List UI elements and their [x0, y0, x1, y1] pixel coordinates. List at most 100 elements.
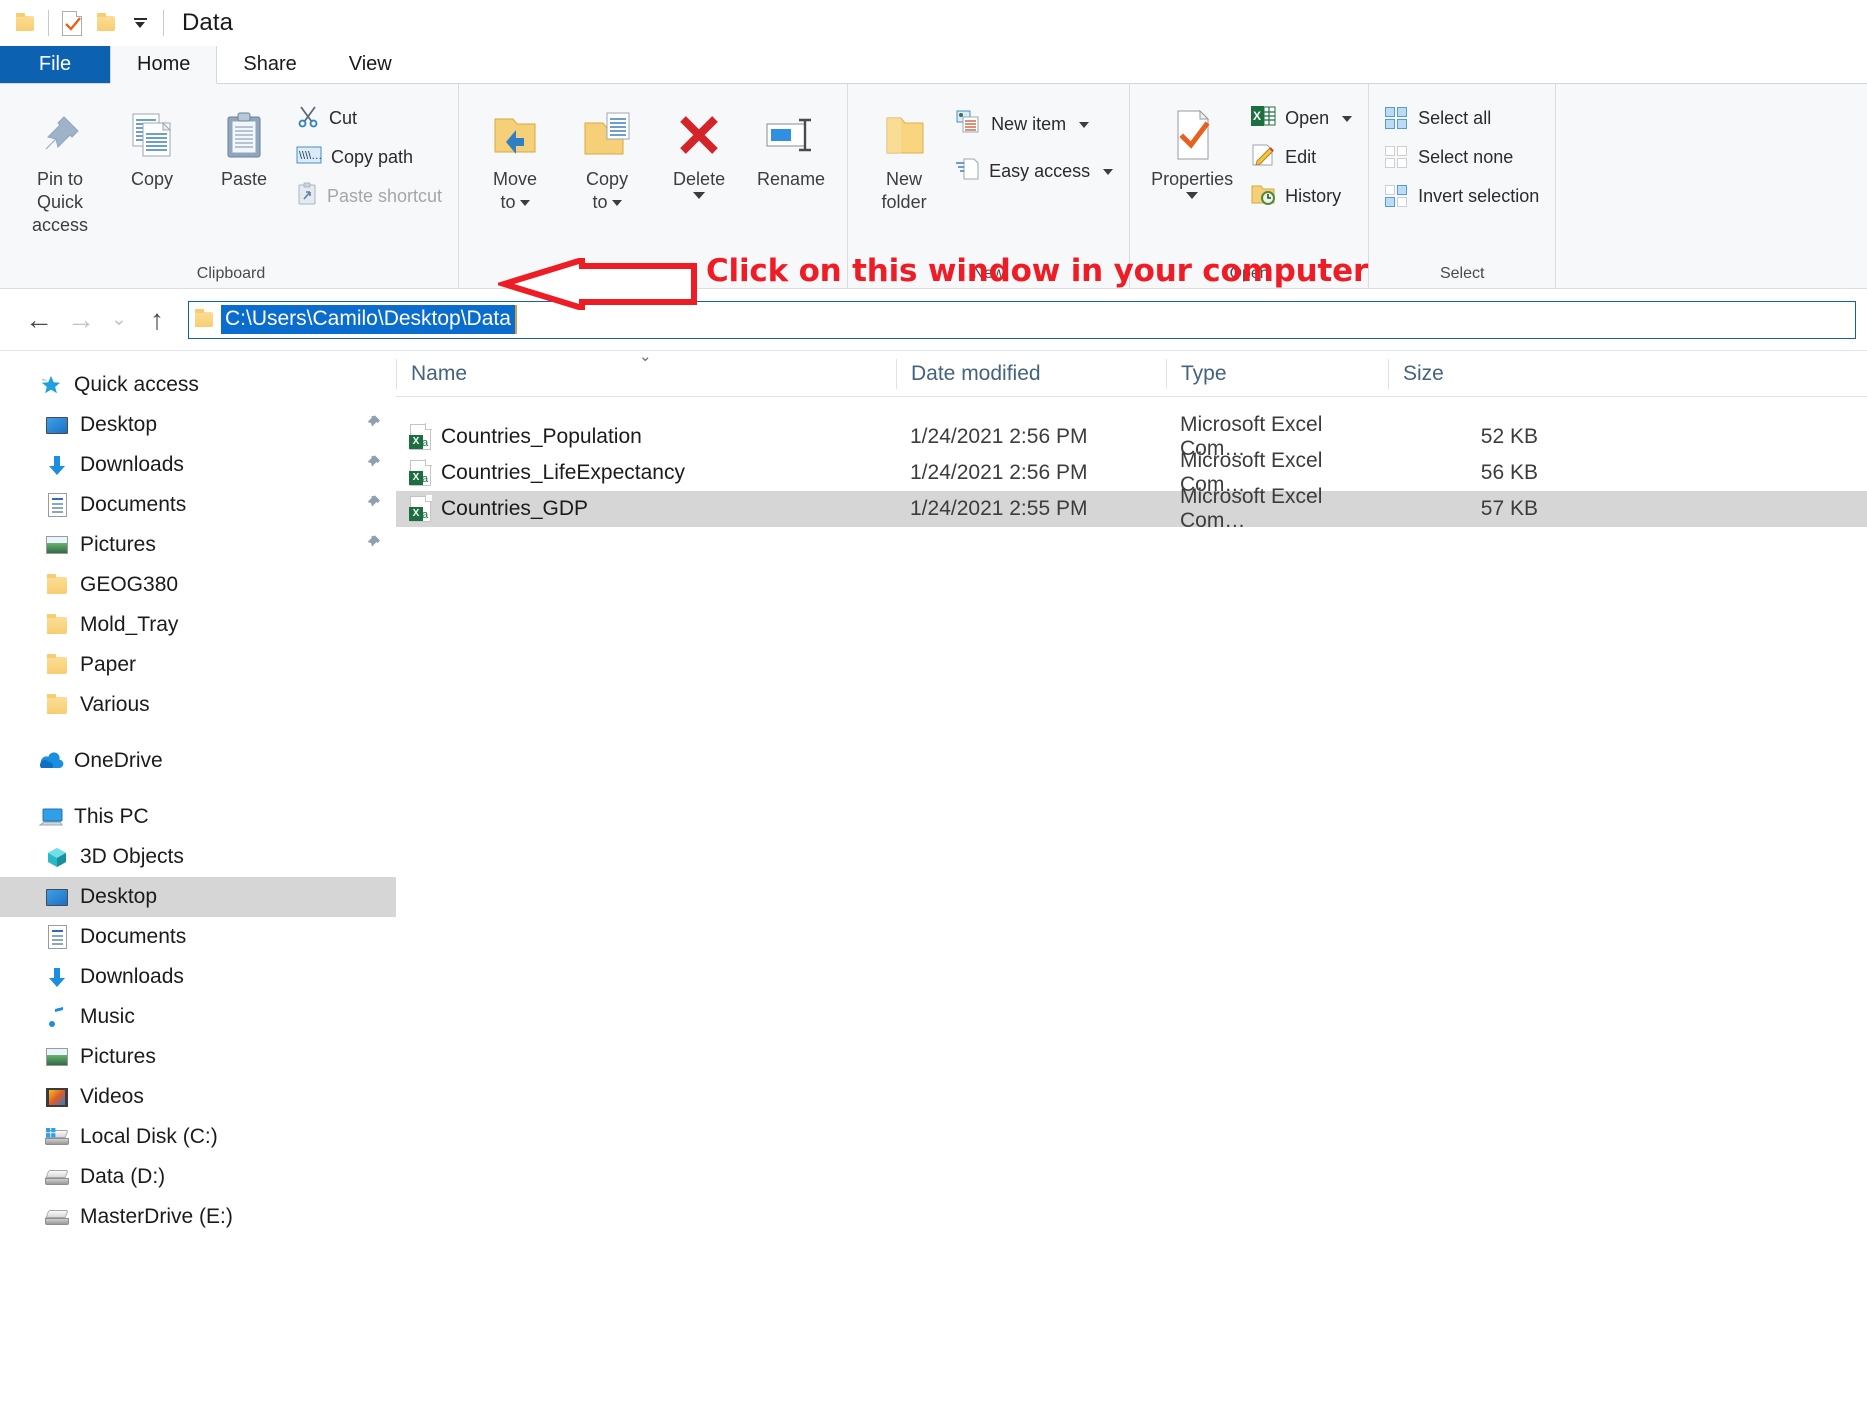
open-small-commands: X Open Edit History [1244, 92, 1358, 213]
invert-selection-button[interactable]: Invert selection [1379, 180, 1545, 213]
sidebar-item-documents-qa[interactable]: Documents [0, 485, 396, 525]
tab-view[interactable]: View [323, 46, 418, 83]
easy-access-caret-icon[interactable] [1103, 168, 1114, 175]
paste-button[interactable]: Paste [198, 92, 290, 191]
pin-to-quick-access-button[interactable]: Pin to Quick access [14, 92, 106, 237]
sidebar-item-documents-pc[interactable]: Documents [0, 917, 396, 957]
edit-button[interactable]: Edit [1244, 141, 1358, 174]
qat-customize-caret-icon[interactable] [123, 6, 157, 40]
column-header-type[interactable]: Type [1166, 358, 1388, 389]
sidebar-label-mold-tray: Mold_Tray [80, 613, 179, 636]
qat-folder-icon[interactable] [8, 6, 42, 40]
recent-locations-button[interactable]: ⌄ [102, 299, 136, 341]
tab-share[interactable]: Share [217, 46, 322, 83]
select-all-label: Select all [1418, 108, 1492, 128]
sidebar-item-pictures-qa[interactable]: Pictures [0, 525, 396, 565]
copy-path-button[interactable]: \\\\… Copy path [290, 141, 448, 174]
sidebar-item-various[interactable]: Various [0, 685, 396, 725]
properties-button[interactable]: Properties [1140, 92, 1244, 199]
select-all-button[interactable]: Select all [1379, 102, 1545, 135]
paste-shortcut-icon [296, 182, 318, 211]
sidebar-item-videos[interactable]: Videos [0, 1077, 396, 1117]
clipboard-small-commands: Cut \\\\… Copy path Paste shortcut [290, 92, 448, 213]
sidebar-item-mold-tray[interactable]: Mold_Tray [0, 605, 396, 645]
history-button[interactable]: History [1244, 180, 1358, 213]
pin-icon[interactable] [364, 534, 382, 557]
open-button[interactable]: X Open [1244, 102, 1358, 135]
downloads-icon [42, 454, 72, 476]
open-caret-icon[interactable] [1342, 115, 1353, 122]
address-bar: ← → ⌄ ↑ C:\Users\Camilo\Desktop\Data [0, 289, 1867, 351]
sidebar-label-quick-access: Quick access [74, 373, 199, 396]
new-item-button[interactable]: New item [950, 108, 1119, 141]
open-label: Open [1285, 108, 1330, 128]
sidebar-item-geog380[interactable]: GEOG380 [0, 565, 396, 605]
column-header-date-modified[interactable]: Date modified [896, 358, 1166, 389]
new-folder-button[interactable]: New folder [858, 92, 950, 214]
qat-new-folder-icon[interactable] [89, 6, 123, 40]
sidebar-item-quick-access[interactable]: Quick access [0, 365, 396, 405]
navigation-pane: Quick access Desktop Downloads Documents… [0, 351, 396, 1425]
sidebar-item-data-d[interactable]: Data (D:) [0, 1157, 396, 1197]
move-to-button[interactable]: Move to [469, 92, 561, 214]
svg-text:X: X [1253, 109, 1261, 123]
cut-button[interactable]: Cut [290, 102, 448, 135]
new-item-caret-icon[interactable] [1079, 121, 1090, 128]
sidebar-item-paper[interactable]: Paper [0, 645, 396, 685]
up-button[interactable]: ↑ [136, 299, 178, 341]
tab-file[interactable]: File [0, 46, 110, 83]
delete-button[interactable]: Delete [653, 92, 745, 199]
select-none-button[interactable]: Select none [1379, 141, 1545, 174]
sidebar-item-pictures-pc[interactable]: Pictures [0, 1037, 396, 1077]
paste-shortcut-button[interactable]: Paste shortcut [290, 180, 448, 213]
invert-selection-label: Invert selection [1418, 186, 1540, 206]
new-folder-label-line1: New [886, 169, 923, 189]
table-row[interactable]: Xa Countries_LifeExpectancy 1/24/2021 2:… [396, 449, 1867, 496]
sidebar-item-downloads-pc[interactable]: Downloads [0, 957, 396, 997]
sidebar-item-masterdrive-e[interactable]: MasterDrive (E:) [0, 1197, 396, 1237]
sidebar-item-3d-objects[interactable]: 3D Objects [0, 837, 396, 877]
easy-access-label: Easy access [989, 161, 1091, 181]
back-button[interactable]: ← [18, 299, 60, 341]
pin-icon[interactable] [364, 414, 382, 437]
sidebar-item-desktop-pc[interactable]: Desktop [0, 877, 396, 917]
address-input[interactable]: C:\Users\Camilo\Desktop\Data [188, 300, 1856, 339]
sidebar-item-local-disk-c[interactable]: Local Disk (C:) [0, 1117, 396, 1157]
new-small-commands: New item Easy access [950, 92, 1119, 188]
table-row[interactable]: Xa Countries_Population 1/24/2021 2:56 P… [396, 413, 1867, 460]
sidebar-item-music[interactable]: Music [0, 997, 396, 1037]
pin-icon[interactable] [364, 454, 382, 477]
sidebar-label-data-d: Data (D:) [80, 1165, 166, 1188]
folder-icon [195, 309, 213, 327]
table-row[interactable]: Xa Countries_GDP 1/24/2021 2:55 PM Micro… [396, 485, 1867, 532]
documents-icon [42, 925, 72, 949]
forward-button[interactable]: → [60, 299, 102, 341]
copy-to-button[interactable]: Copy to [561, 92, 653, 214]
pin-to-quick-access-label-line1: Pin to Quick [36, 169, 84, 212]
properties-caret-icon[interactable] [1186, 192, 1199, 199]
qat-properties-icon[interactable] [55, 6, 89, 40]
file-type-cell: Microsoft Excel Com… [1180, 485, 1323, 532]
sidebar-label-various: Various [80, 693, 150, 716]
sidebar-label-desktop-qa: Desktop [80, 413, 158, 436]
sidebar-item-desktop-qa[interactable]: Desktop [0, 405, 396, 445]
sidebar-item-downloads-qa[interactable]: Downloads [0, 445, 396, 485]
rename-button[interactable]: Rename [745, 92, 837, 191]
drive-icon [42, 1169, 72, 1185]
delete-caret-icon[interactable] [693, 192, 706, 199]
select-none-label: Select none [1418, 147, 1514, 167]
move-to-icon [487, 104, 543, 166]
paste-label: Paste [220, 169, 268, 189]
copy-button[interactable]: Copy [106, 92, 198, 191]
sidebar-item-this-pc[interactable]: This PC [0, 797, 396, 837]
sidebar-label-pictures-pc: Pictures [80, 1045, 156, 1068]
pin-icon[interactable] [364, 494, 382, 517]
column-header-size[interactable]: Size [1388, 358, 1568, 389]
sidebar-item-onedrive[interactable]: OneDrive [0, 741, 396, 781]
easy-access-button[interactable]: Easy access [950, 155, 1119, 188]
file-date-cell: 1/24/2021 2:55 PM [910, 497, 1088, 520]
file-date-cell: 1/24/2021 2:56 PM [910, 425, 1088, 448]
rename-label: Rename [757, 169, 826, 189]
tab-home[interactable]: Home [110, 46, 218, 84]
